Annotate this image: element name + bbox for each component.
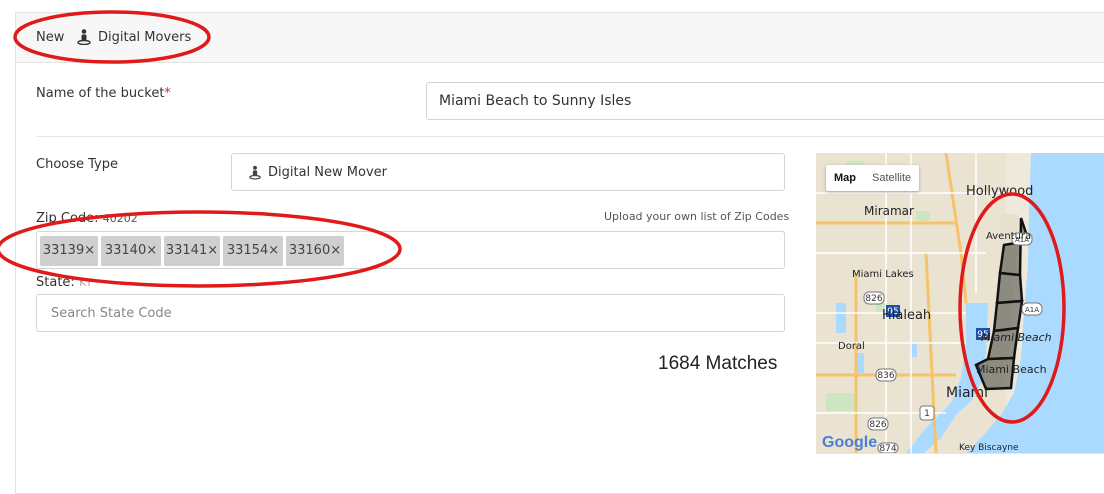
map-type-map-button[interactable]: Map — [826, 165, 864, 191]
bucket-name-value: Miami Beach to Sunny Isles — [439, 93, 632, 109]
park — [916, 211, 930, 221]
zip-polygon-33141 — [992, 299, 1024, 333]
place-miami-beach: Miami Beach — [981, 331, 1052, 344]
panel-header: New Digital Movers — [16, 13, 1104, 63]
place-doral: Doral — [838, 341, 865, 352]
place-hialeah: Hialeah — [882, 308, 931, 323]
zip-polygon-33154 — [995, 271, 1024, 305]
upload-zip-list-link[interactable]: Upload your own list of Zip Codes — [604, 210, 789, 223]
zip-tag[interactable]: 33141× — [164, 236, 220, 266]
map-type-toggle[interactable]: Map Satellite — [826, 165, 920, 191]
route-836-label: 836 — [877, 371, 894, 381]
route-1-label: 1 — [924, 409, 930, 419]
place-miami-beach: Miami Beach — [976, 363, 1047, 376]
divider — [36, 136, 1104, 137]
route-826a-label: 826 — [865, 294, 882, 304]
choose-type-select[interactable]: Digital New Mover — [231, 153, 785, 191]
zip-tag-remove-icon[interactable]: × — [207, 243, 218, 258]
state-label: State: KY — [36, 275, 93, 290]
map-canvas[interactable]: 826 95 836 826 1 874 A1A A1A 95 Hollywoo… — [816, 153, 1104, 453]
zip-tag-code: 33139 — [42, 243, 85, 258]
state-hint: KY — [78, 276, 93, 289]
lake — [911, 343, 917, 357]
header-title: Digital Movers — [98, 30, 192, 45]
header-new-label: New — [36, 30, 65, 45]
route-874-label: 874 — [879, 444, 896, 453]
place-key-biscayne: Key Biscayne — [959, 443, 1019, 453]
required-asterisk: * — [164, 86, 171, 101]
park — [826, 393, 856, 411]
state-placeholder: Search State Code — [51, 306, 172, 321]
zip-code-input[interactable]: 33139× 33140× 33141× 33154× 33160× — [36, 231, 785, 269]
route-a1a-label: A1A — [1025, 306, 1039, 314]
matches-count: 1684 Matches — [658, 353, 778, 374]
zip-tag-code: 33140 — [104, 243, 147, 258]
zip-tag[interactable]: 33160× — [286, 236, 344, 266]
zip-code-hint: 40202 — [102, 212, 138, 225]
zip-tag-remove-icon[interactable]: × — [146, 243, 157, 258]
place-miami: Miami — [946, 385, 988, 401]
zip-tag-code: 33160 — [288, 243, 331, 258]
route-826c-label: 826 — [869, 420, 886, 430]
zip-code-label: Zip Code: 40202 — [36, 211, 138, 226]
place-miami-lakes: Miami Lakes — [852, 269, 914, 280]
state-input[interactable]: Search State Code — [36, 294, 785, 332]
zip-tag-remove-icon[interactable]: × — [84, 243, 95, 258]
zip-tag[interactable]: 33140× — [101, 236, 161, 266]
bucket-name-label: Name of the bucket* — [36, 86, 171, 101]
zip-tag[interactable]: 33154× — [223, 236, 283, 266]
person-pin-icon — [77, 29, 91, 45]
choose-type-label: Choose Type — [36, 157, 118, 172]
zip-tag[interactable]: 33139× — [40, 236, 98, 266]
place-aventura: Aventura — [986, 231, 1031, 242]
google-logo: Google — [822, 434, 877, 451]
zip-tag-remove-icon[interactable]: × — [330, 243, 341, 258]
zip-tag-code: 33154 — [226, 243, 269, 258]
choose-type-value: Digital New Mover — [268, 165, 387, 180]
person-pin-icon — [249, 165, 261, 180]
bucket-name-input[interactable]: Miami Beach to Sunny Isles — [426, 82, 1104, 120]
place-miramar: Miramar — [864, 204, 914, 218]
zip-tag-remove-icon[interactable]: × — [268, 243, 279, 258]
place-hollywood: Hollywood — [966, 184, 1033, 199]
map-type-satellite-button[interactable]: Satellite — [864, 165, 919, 191]
zip-tag-code: 33141 — [165, 243, 208, 258]
map-view[interactable]: 826 95 836 826 1 874 A1A A1A 95 Hollywoo… — [816, 153, 1104, 454]
lake — [836, 303, 846, 333]
